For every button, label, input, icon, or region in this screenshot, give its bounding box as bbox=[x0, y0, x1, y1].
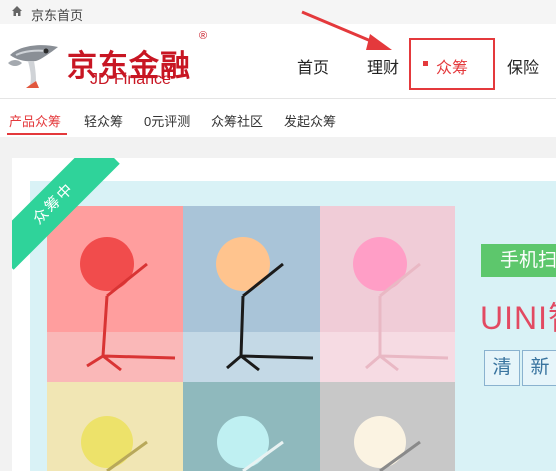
rocket-mascot-icon bbox=[8, 45, 58, 88]
lamp-tile-gray bbox=[320, 382, 455, 471]
nav-baoxian[interactable]: 保险 bbox=[507, 54, 539, 78]
registered-mark: ® bbox=[199, 30, 208, 42]
status-ribbon-text: 众筹中 bbox=[12, 158, 120, 270]
annotation-highlight-box bbox=[409, 38, 495, 90]
scan-promo-label: 手机扫 bbox=[481, 244, 556, 277]
lamp-tile-teal bbox=[183, 382, 320, 471]
jd-finance-logo[interactable]: 京东金融 ® JD Finance bbox=[6, 30, 226, 93]
subnav-light-crowdfunding[interactable]: 轻众筹 bbox=[84, 111, 123, 130]
banner-tag: 清 bbox=[484, 350, 520, 386]
subnav-product-crowdfunding[interactable]: 产品众筹 bbox=[9, 111, 61, 130]
subnav-free-review[interactable]: 0元评测 bbox=[144, 111, 190, 130]
annotation-arrow-icon bbox=[301, 10, 392, 50]
lamp-tile-blue bbox=[183, 206, 320, 382]
top-bar: 京东首页 bbox=[0, 0, 556, 24]
banner-tag: 新 bbox=[522, 350, 556, 386]
lamp-tile-yellow bbox=[47, 382, 183, 471]
home-icon bbox=[12, 6, 22, 16]
subnav-launch[interactable]: 发起众筹 bbox=[284, 111, 336, 130]
nav-licai[interactable]: 理财 bbox=[367, 54, 399, 78]
header-divider bbox=[0, 98, 556, 99]
nav-home[interactable]: 首页 bbox=[297, 54, 329, 78]
lamp-tile-pink bbox=[320, 206, 455, 382]
subnav-active-underline bbox=[7, 133, 67, 135]
status-ribbon: 众筹中 bbox=[12, 158, 132, 278]
logo-text-en: JD Finance bbox=[90, 71, 171, 88]
subnav-community[interactable]: 众筹社区 bbox=[211, 111, 263, 130]
banner-title: UINI智 bbox=[480, 300, 556, 336]
jd-home-link[interactable]: 京东首页 bbox=[31, 5, 83, 24]
